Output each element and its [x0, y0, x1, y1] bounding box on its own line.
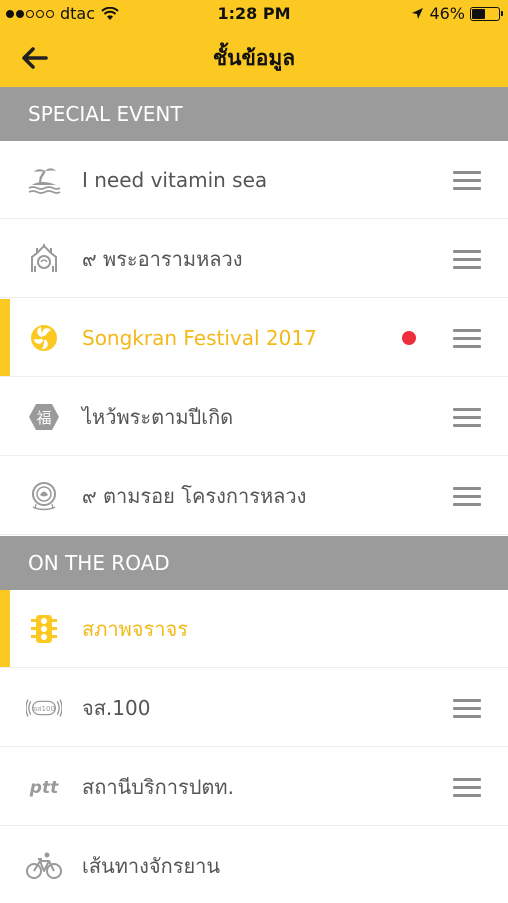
section-header-on-the-road: ON THE ROAD: [0, 536, 508, 590]
nav-bar: ชั้นข้อมูล: [0, 28, 508, 87]
section-header-special-event: SPECIAL EVENT: [0, 87, 508, 141]
drag-handle-icon[interactable]: [453, 778, 481, 798]
layer-row-birth-year-temple[interactable]: 福 ไหว้พระตามปีเกิด: [0, 378, 508, 456]
layer-row-temples[interactable]: ๙ พระอารามหลวง: [0, 220, 508, 298]
drag-handle-icon[interactable]: [453, 487, 481, 507]
temple-icon: [26, 243, 62, 275]
songkran-icon: [26, 322, 62, 354]
active-indicator: [0, 590, 10, 667]
drag-handle-icon[interactable]: [453, 250, 481, 270]
status-bar: dtac 1:28 PM 46%: [0, 0, 508, 28]
app-header: dtac 1:28 PM 46% ชั้นข้อมูล: [0, 0, 508, 87]
fu-hexagon-icon: 福: [26, 401, 62, 433]
island-icon: [26, 164, 62, 196]
layer-row-js100[interactable]: จส100 จส.100: [0, 669, 508, 747]
layer-label: Songkran Festival 2017: [82, 326, 317, 350]
layer-row-traffic[interactable]: สภาพจราจร: [0, 590, 508, 668]
layer-label: สถานีบริการปตท.: [82, 775, 234, 799]
js100-radio-icon: จส100: [26, 692, 62, 724]
layer-row-bicycle[interactable]: เส้นทางจักรยาน: [0, 827, 508, 903]
layer-row-ptt[interactable]: ptt สถานีบริการปตท.: [0, 748, 508, 826]
layer-label: สภาพจราจร: [82, 617, 188, 641]
battery-percent: 46%: [429, 4, 465, 23]
layer-label: ๙ ตามรอย โครงการหลวง: [82, 484, 307, 508]
drag-handle-icon[interactable]: [453, 699, 481, 719]
svg-text:จส100: จส100: [33, 704, 56, 713]
layer-label: จส.100: [82, 696, 151, 720]
ptt-logo-icon: ptt: [26, 771, 62, 803]
layer-row-vitamin-sea[interactable]: I need vitamin sea: [0, 141, 508, 219]
layer-label: ไหว้พระตามปีเกิด: [82, 405, 234, 429]
layer-label: เส้นทางจักรยาน: [82, 854, 221, 878]
location-arrow-icon: [412, 8, 424, 19]
drag-handle-icon[interactable]: [453, 171, 481, 191]
layer-label: ๙ พระอารามหลวง: [82, 247, 243, 271]
layer-row-royal-projects[interactable]: ๙ ตามรอย โครงการหลวง: [0, 457, 508, 535]
page-title: ชั้นข้อมูล: [212, 46, 296, 70]
new-badge-dot: [402, 331, 416, 345]
bicycle-icon: [26, 850, 62, 882]
layer-row-songkran[interactable]: Songkran Festival 2017: [0, 299, 508, 377]
active-indicator: [0, 299, 10, 376]
svg-text:福: 福: [36, 409, 51, 427]
status-right: 46%: [411, 4, 503, 23]
traffic-light-icon: [26, 613, 62, 645]
drag-handle-icon[interactable]: [453, 329, 481, 349]
layer-label: I need vitamin sea: [82, 168, 268, 192]
royal-project-icon: [26, 480, 62, 512]
drag-handle-icon[interactable]: [453, 408, 481, 428]
battery-icon: [470, 6, 503, 21]
svg-text:ptt: ptt: [29, 778, 59, 798]
